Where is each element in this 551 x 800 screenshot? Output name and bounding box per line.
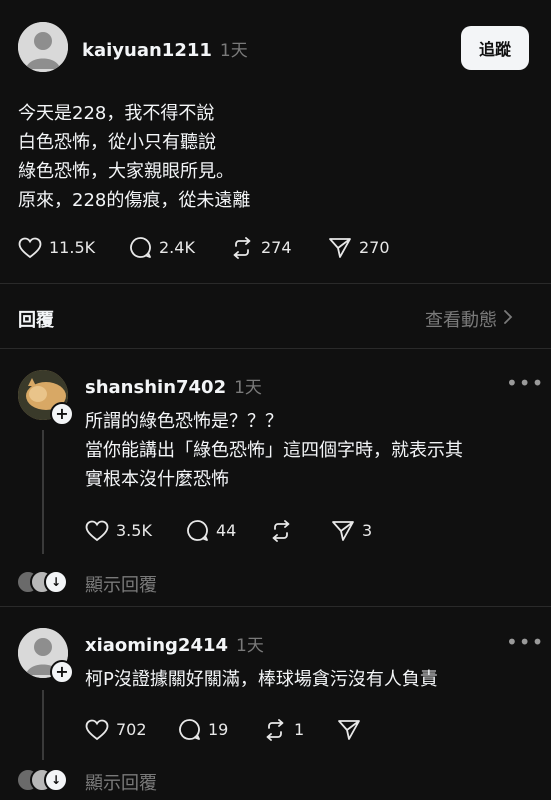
reply-username[interactable]: xiaoming2414 [85,635,228,656]
reply-line: 柯P沒證據關好關滿，棒球場貪污沒有人負責 [85,669,438,690]
heart-icon [85,719,109,741]
show-replies-row[interactable]: ↓ 顯示回覆 [16,768,416,794]
post-line: 原來，228的傷痕，從未遠離 [18,190,251,211]
view-activity-link[interactable]: 查看動態 [425,306,513,332]
expand-replies-icon: ↓ [44,768,68,792]
replies-tab-label: 回覆 [18,310,54,331]
reply-share-count: 3 [362,521,373,540]
divider [0,283,551,284]
post-like-button[interactable]: 11.5K [18,236,129,259]
post-time: 1天 [219,41,248,61]
reply-comment-button[interactable]: 44 [186,519,269,542]
post-line: 今天是228，我不得不說 [18,103,215,124]
reply-text: 所謂的綠色恐怖是？？？ 當你能講出「綠色恐怖」這四個字時，就表示其 實根本沒什麼… [85,407,535,494]
thread-line [42,430,44,554]
comment-bubble-icon [129,236,152,259]
reply-line: 實根本沒什麼恐怖 [85,469,229,490]
reply-like-button[interactable]: 3.5K [85,519,186,542]
heart-icon [85,520,109,542]
reply-time: 1天 [236,636,264,656]
send-icon [331,520,355,542]
reply-line: 當你能講出「綠色恐怖」這四個字時，就表示其 [85,440,463,461]
reply-repost-button[interactable] [269,519,331,542]
post-share-count: 270 [359,238,390,257]
reply-username[interactable]: shanshin7402 [85,377,226,398]
divider [0,606,551,607]
follow-plus-icon[interactable]: + [50,660,74,684]
expand-replies-icon: ↓ [44,570,68,594]
post-line: 白色恐怖，從小只有聽說 [18,132,216,153]
reply-comment-button[interactable]: 19 [178,718,263,741]
show-replies-row[interactable]: ↓ 顯示回覆 [16,570,416,596]
post-share-button[interactable]: 270 [328,236,408,259]
comment-bubble-icon [186,519,209,542]
more-dots-icon[interactable]: ••• [506,630,544,654]
post-comment-button[interactable]: 2.4K [129,236,230,259]
post-avatar[interactable] [18,22,68,72]
post-username[interactable]: kaiyuan1211 [82,40,212,61]
post-line: 綠色恐怖，大家親眼所見。 [18,161,234,182]
follow-plus-icon[interactable]: + [50,402,74,426]
send-icon [328,237,352,259]
repost-icon [230,236,254,259]
follow-button[interactable]: 追蹤 [461,26,529,70]
post-like-count: 11.5K [49,238,96,257]
reply-line: 所謂的綠色恐怖是？？？ [85,411,283,432]
post-repost-button[interactable]: 274 [230,236,328,259]
reply-like-count: 3.5K [116,521,152,540]
repost-icon [269,519,293,542]
comment-bubble-icon [178,718,201,741]
post-repost-count: 274 [261,238,292,257]
reply-repost-count: 1 [294,720,305,739]
view-activity-label: 查看動態 [425,310,497,331]
reply-share-button[interactable]: 3 [331,519,391,542]
divider [0,348,551,349]
reply-repost-button[interactable]: 1 [263,718,337,741]
reply-text: 柯P沒證據關好關滿，棒球場貪污沒有人負責 [85,665,535,694]
post-comment-count: 2.4K [159,238,195,257]
reply-share-button[interactable] [337,718,377,741]
post-text: 今天是228，我不得不說 白色恐怖，從小只有聽說 綠色恐怖，大家親眼所見。 原來… [18,99,518,215]
show-replies-label: 顯示回覆 [85,575,157,596]
reply-comment-count: 44 [216,521,237,540]
reply-like-button[interactable]: 702 [85,718,178,741]
repost-icon [263,718,287,741]
show-replies-label: 顯示回覆 [85,773,157,794]
send-icon [337,719,361,741]
chevron-right-icon [503,309,513,330]
reply-time: 1天 [234,378,262,398]
thread-line [42,690,44,760]
reply-comment-count: 19 [208,720,229,739]
heart-icon [18,237,42,259]
more-dots-icon[interactable]: ••• [506,371,544,395]
reply-like-count: 702 [116,720,147,739]
